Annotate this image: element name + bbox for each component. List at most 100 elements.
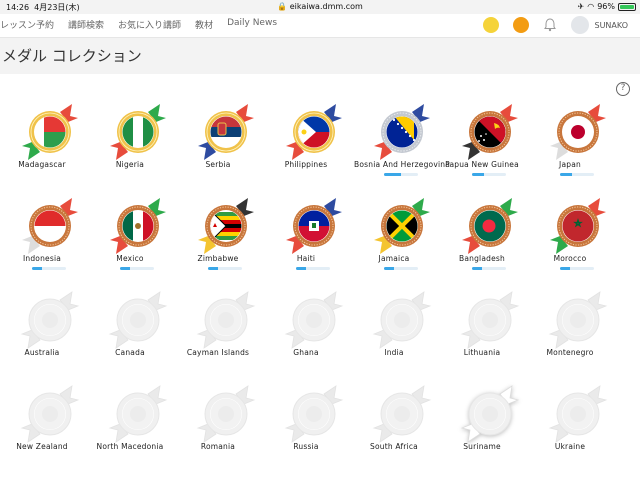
locked-medal-icon	[196, 385, 256, 443]
medal-label: Indonesia	[22, 254, 62, 263]
medal-serbia[interactable]: Serbia	[178, 100, 258, 190]
medal-label: Philippines	[284, 160, 328, 169]
page-title: メダル コレクション	[2, 47, 142, 65]
progress-bar	[120, 267, 154, 270]
locked-medal-icon	[372, 385, 432, 443]
medal-icon	[198, 198, 254, 254]
medal-australia[interactable]: Australia	[2, 288, 82, 378]
locked-medal-icon	[108, 385, 168, 443]
medal-zimbabwe[interactable]: Zimbabwe	[178, 194, 258, 284]
medal-japan[interactable]: Japan	[530, 100, 610, 190]
medal-russia[interactable]: Russia	[266, 382, 346, 472]
medal-label: Ghana	[293, 348, 319, 357]
progress-bar	[384, 173, 418, 176]
progress-bar	[560, 173, 594, 176]
medal-suriname[interactable]: Suriname	[442, 382, 522, 472]
nav-link[interactable]: お気に入り講師	[118, 18, 181, 31]
medal-india[interactable]: India	[354, 288, 434, 378]
medal-label: Bangladesh	[459, 254, 505, 263]
medal-label: Russia	[293, 442, 319, 451]
medal-label: Japan	[559, 160, 581, 169]
medal-icon	[22, 198, 78, 254]
title-bar: メダル コレクション	[0, 38, 640, 74]
medal-romania[interactable]: Romania	[178, 382, 258, 472]
medal-label: Ukraine	[554, 442, 586, 451]
medal-label: Mexico	[116, 254, 144, 263]
medal-bosnia-and-herzegovina[interactable]: Bosnia And Herzegovina	[354, 100, 450, 190]
locked-medal-icon	[20, 385, 80, 443]
wifi-icon: ◠	[587, 2, 595, 11]
avatar[interactable]	[570, 16, 589, 34]
top-navigation: レッスン予約 講師検索 お気に入り講師 教材 Daily News SUNAKO	[0, 14, 640, 38]
nav-link[interactable]: Daily News	[227, 18, 277, 31]
medal-south-africa[interactable]: South Africa	[354, 382, 434, 472]
progress-bar	[208, 267, 242, 270]
medal-label: Suriname	[463, 442, 501, 451]
medal-label: Bosnia And Herzegovina	[354, 160, 450, 169]
medal-morocco[interactable]: Morocco	[530, 194, 610, 284]
medal-label: India	[384, 348, 404, 357]
progress-bar	[472, 267, 506, 270]
medal-label: Serbia	[205, 160, 231, 169]
medal-north-macedonia[interactable]: North Macedonia	[90, 382, 170, 472]
medal-icon	[374, 104, 430, 160]
coin-icon[interactable]	[482, 17, 499, 33]
medal-label: Cayman Islands	[186, 348, 250, 357]
medal-label: Canada	[115, 348, 145, 357]
medal-label: Lithuania	[463, 348, 501, 357]
medal-lithuania[interactable]: Lithuania	[442, 288, 522, 378]
progress-bar	[296, 267, 330, 270]
medal-madagascar[interactable]: Madagascar	[2, 100, 82, 190]
medal-canada[interactable]: Canada	[90, 288, 170, 378]
medal-label: Jamaica	[378, 254, 410, 263]
nav-icons: SUNAKO	[482, 16, 629, 34]
medal-label: Papua New Guinea	[445, 160, 519, 169]
nav-link[interactable]: 講師検索	[68, 18, 104, 31]
medal-montenegro[interactable]: Montenegro	[530, 288, 610, 378]
locked-medal-icon	[284, 385, 344, 443]
medal-icon	[550, 198, 606, 254]
medal-mexico[interactable]: Mexico	[90, 194, 170, 284]
medal-label: Montenegro	[546, 348, 594, 357]
progress-bar	[384, 267, 418, 270]
locked-medal-icon	[372, 291, 432, 349]
medal-ukraine[interactable]: Ukraine	[530, 382, 610, 472]
locked-medal-icon	[108, 291, 168, 349]
username[interactable]: SUNAKO	[595, 21, 629, 30]
medal-label: Australia	[24, 348, 60, 357]
medal-label: Madagascar	[18, 160, 66, 169]
status-bar: 14:26 4月23日(木) 🔒 eikaiwa.dmm.com ✈ ◠ 96%	[0, 0, 640, 14]
url-label[interactable]: 🔒 eikaiwa.dmm.com	[0, 2, 640, 11]
status-indicators: ✈ ◠ 96%	[578, 2, 636, 11]
notification-badge-icon[interactable]	[512, 17, 529, 33]
medal-icon	[22, 104, 78, 160]
medal-jamaica[interactable]: Jamaica	[354, 194, 434, 284]
medal-haiti[interactable]: Haiti	[266, 194, 346, 284]
medal-philippines[interactable]: Philippines	[266, 100, 346, 190]
medal-icon	[286, 104, 342, 160]
medal-nigeria[interactable]: Nigeria	[90, 100, 170, 190]
medal-icon	[374, 198, 430, 254]
airplane-icon: ✈	[577, 2, 585, 11]
medal-bangladesh[interactable]: Bangladesh	[442, 194, 522, 284]
medal-cayman-islands[interactable]: Cayman Islands	[178, 288, 258, 378]
medal-label: New Zealand	[16, 442, 68, 451]
bell-icon[interactable]	[543, 18, 557, 32]
medal-papua-new-guinea[interactable]: Papua New Guinea	[442, 100, 522, 190]
medal-icon	[550, 104, 606, 160]
nav-link[interactable]: 教材	[195, 18, 213, 31]
nav-link[interactable]: レッスン予約	[0, 18, 54, 31]
medal-label: North Macedonia	[96, 442, 164, 451]
medal-icon	[110, 198, 166, 254]
medal-ghana[interactable]: Ghana	[266, 288, 346, 378]
battery-percent: 96%	[597, 2, 615, 11]
medal-new-zealand[interactable]: New Zealand	[2, 382, 82, 472]
locked-medal-icon	[20, 291, 80, 349]
medal-label: Haiti	[296, 254, 316, 263]
progress-bar	[32, 267, 66, 270]
battery-icon	[618, 2, 636, 11]
help-icon[interactable]: ?	[616, 82, 630, 96]
locked-medal-icon	[460, 291, 520, 349]
locked-medal-icon	[548, 291, 608, 349]
medal-indonesia[interactable]: Indonesia	[2, 194, 82, 284]
